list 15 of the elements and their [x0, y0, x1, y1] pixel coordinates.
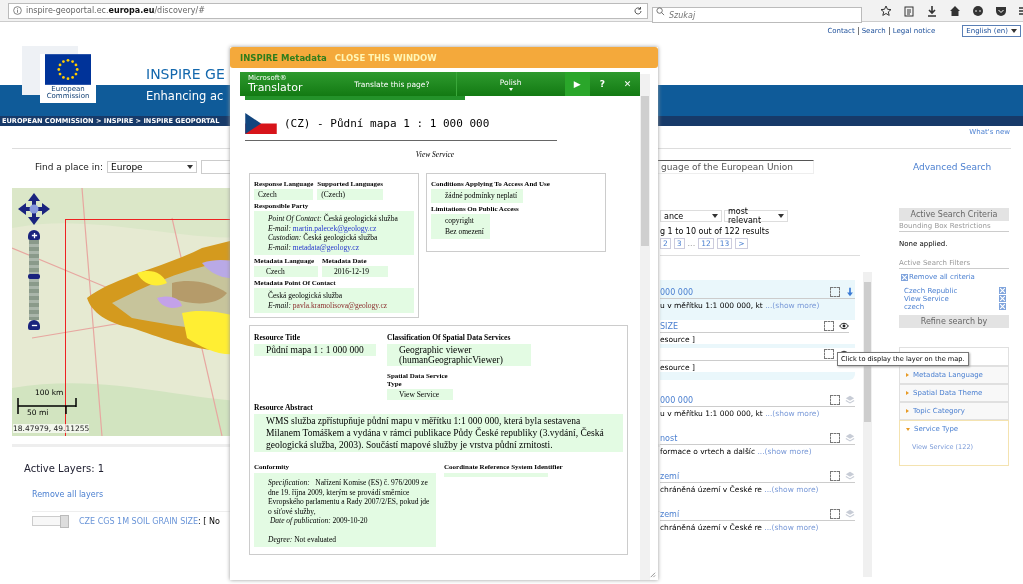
dialog-title: INSPIRE Metadata: [240, 52, 327, 63]
brand-name: Translator: [248, 81, 304, 94]
layer-name: CZE CGS 1M SOIL GRAIN SIZE: [ No: [79, 516, 220, 526]
field-value: Půdní mapa 1 : 1 000 000: [254, 344, 376, 356]
page-ellipsis: ...: [687, 239, 696, 248]
refine-heading: Refine search by: [899, 315, 1009, 328]
criteria-heading: Active Search Criteria: [899, 208, 1009, 221]
site-title: INSPIRE GE: [146, 65, 225, 84]
find-label: Find a place in:: [35, 162, 103, 172]
field-value: Geographic viewer (humanGeographicViewer): [387, 344, 531, 366]
site-subtitle: Enhancing ac: [146, 89, 224, 103]
abstract-text: WMS služba zpřístupňuje půdní mapu v měřítku 1:1 000 000, která byla sestavena Milanem Tomáškem a vydána v rámci publikace Půdy České republiky (3.vydání, Česká geologická služba, 2003). Součástí mapové služby je vrstva půdní zrnitosti.: [254, 414, 623, 452]
results-count: g 1 to 10 out of 122 results: [660, 227, 771, 236]
record-title: (CZ) - Půdní mapa 1 : 1 000 000: [284, 117, 490, 130]
active-layers-heading: Active Layers: 1: [24, 463, 105, 474]
